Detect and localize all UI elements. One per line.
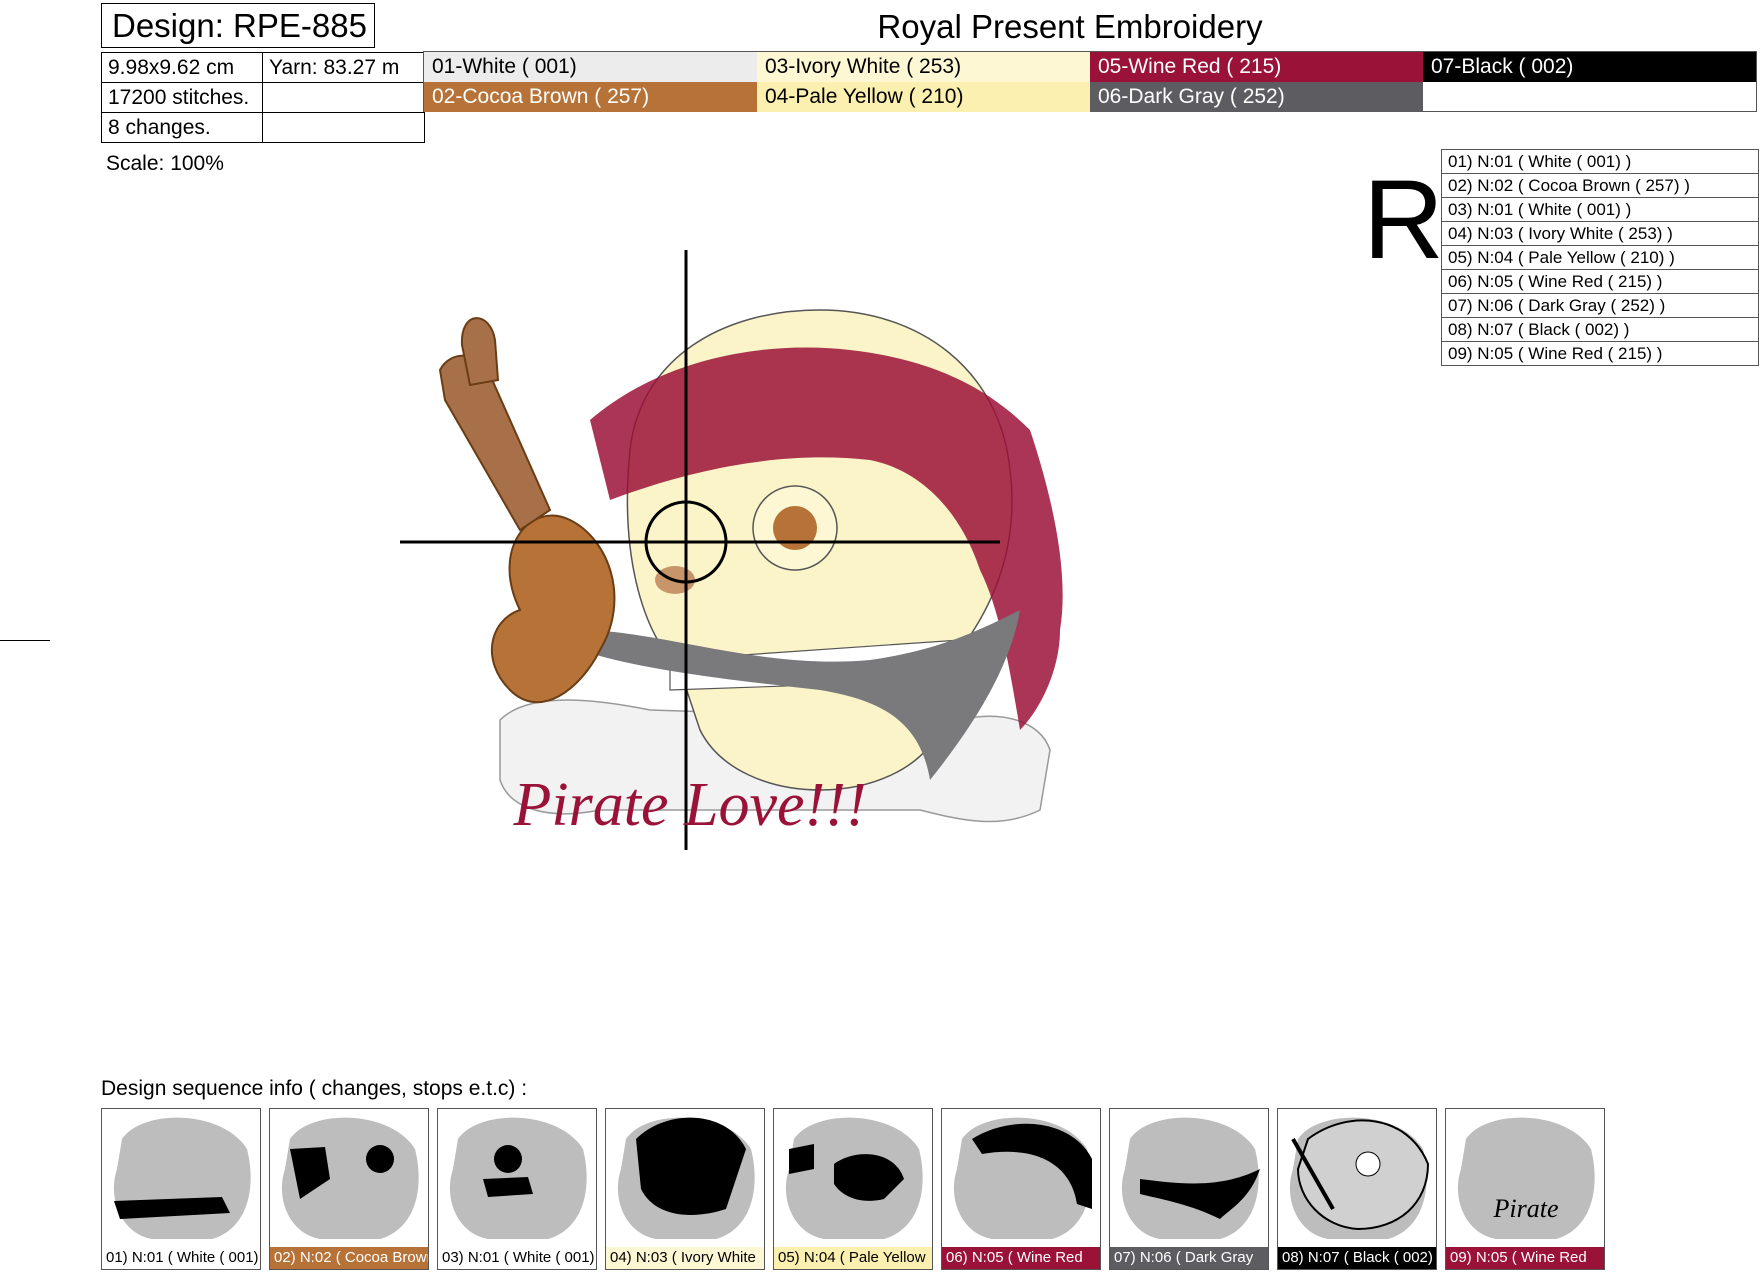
sequence-thumbnail: 06) N:05 ( Wine Red: [941, 1108, 1101, 1270]
thumbnail-label: 01) N:01 ( White ( 001): [102, 1247, 260, 1269]
thumbnail-label: 09) N:05 ( Wine Red: [1446, 1247, 1604, 1269]
sequence-thumbnail: 03) N:01 ( White ( 001): [437, 1108, 597, 1270]
sequence-row: 01) N:01 ( White ( 001) ): [1441, 149, 1759, 174]
sequence-row: 05) N:04 ( Pale Yellow ( 210) ): [1441, 245, 1759, 270]
palette-color-02: 02-Cocoa Brown ( 257): [424, 82, 757, 112]
thumbnail-preview: [953, 1117, 1092, 1239]
design-size: 9.98x9.62 cm: [101, 52, 263, 83]
yarn-length: Yarn: 83.27 m: [262, 52, 425, 83]
color-palette: 01-White ( 001) 02-Cocoa Brown ( 257) 03…: [423, 51, 1757, 112]
banner-text: Pirate Love!!!: [513, 771, 867, 839]
thumbnail-preview: Pirate: [1457, 1117, 1595, 1239]
thumbnail-label: 07) N:06 ( Dark Gray: [1110, 1247, 1268, 1269]
sequence-thumbnail: 08) N:07 ( Black ( 002): [1277, 1108, 1437, 1270]
palette-color-03: 03-Ivory White ( 253): [757, 52, 1090, 82]
palette-color-04: 04-Pale Yellow ( 210): [757, 82, 1090, 112]
thumbnail-label: 03) N:01 ( White ( 001): [438, 1247, 596, 1269]
thumbnail-label: 04) N:03 ( Ivory White: [606, 1247, 764, 1269]
palette-color-07: 07-Black ( 002): [1423, 52, 1756, 82]
scale-label: Scale: 100%: [106, 152, 224, 175]
thumbnail-preview: [281, 1117, 419, 1239]
orientation-mark: R: [1363, 157, 1444, 282]
thumbnail-preview: [617, 1117, 755, 1239]
sequence-thumbnail: Pirate 09) N:05 ( Wine Red: [1445, 1108, 1605, 1270]
thumbnail-label: 05) N:04 ( Pale Yellow: [774, 1247, 932, 1269]
design-info-table: 9.98x9.62 cm Yarn: 83.27 m 17200 stitche…: [101, 52, 425, 143]
embroidery-design-preview: Pirate Love!!!: [400, 250, 1063, 850]
company-name: Royal Present Embroidery: [877, 8, 1263, 45]
sword-handle: [438, 354, 552, 532]
palette-color-05: 05-Wine Red ( 215): [1090, 52, 1423, 82]
palette-color-01: 01-White ( 001): [424, 52, 757, 82]
thumbnail-label: 02) N:02 ( Cocoa Brown: [270, 1247, 428, 1269]
sequence-row: 04) N:03 ( Ivory White ( 253) ): [1441, 221, 1759, 246]
design-id: Design: RPE-885: [101, 3, 375, 48]
stitch-count: 17200 stitches.: [101, 82, 263, 113]
sequence-row: 08) N:07 ( Black ( 002) ): [1441, 317, 1759, 342]
change-count: 8 changes.: [101, 112, 263, 143]
sequence-thumbnail: 05) N:04 ( Pale Yellow: [773, 1108, 933, 1270]
svg-text:Pirate: Pirate: [1493, 1194, 1559, 1223]
thumbnail-preview: [449, 1117, 587, 1239]
sequence-row: 02) N:02 ( Cocoa Brown ( 257) ): [1441, 173, 1759, 198]
thumbnail-preview: [1121, 1117, 1260, 1239]
thumbnail-preview: [1289, 1117, 1430, 1239]
sword-guard: [491, 514, 616, 704]
sequence-thumbnail: 04) N:03 ( Ivory White: [605, 1108, 765, 1270]
sequence-row: 06) N:05 ( Wine Red ( 215) ): [1441, 269, 1759, 294]
sequence-thumbnail: 07) N:06 ( Dark Gray: [1109, 1108, 1269, 1270]
thumbnail-preview: [785, 1117, 923, 1239]
thumbnail-label: 06) N:05 ( Wine Red: [942, 1247, 1100, 1269]
palette-color-06: 06-Dark Gray ( 252): [1090, 82, 1423, 112]
sword-pommel: [460, 317, 500, 387]
sequence-row: 07) N:06 ( Dark Gray ( 252) ): [1441, 293, 1759, 318]
sequence-title: Design sequence info ( changes, stops e.…: [101, 1077, 528, 1100]
sequence-thumbnail: 01) N:01 ( White ( 001): [101, 1108, 261, 1270]
sequence-row: 03) N:01 ( White ( 001) ): [1441, 197, 1759, 222]
margin-tick: [0, 640, 50, 641]
thumbnail-label: 08) N:07 ( Black ( 002): [1278, 1247, 1436, 1269]
sequence-row: 09) N:05 ( Wine Red ( 215) ): [1441, 341, 1759, 366]
sequence-thumbnail: 02) N:02 ( Cocoa Brown: [269, 1108, 429, 1270]
thumbnail-preview: [113, 1117, 251, 1239]
stitch-sequence-table: 01) N:01 ( White ( 001) ) 02) N:02 ( Coc…: [1441, 149, 1759, 366]
